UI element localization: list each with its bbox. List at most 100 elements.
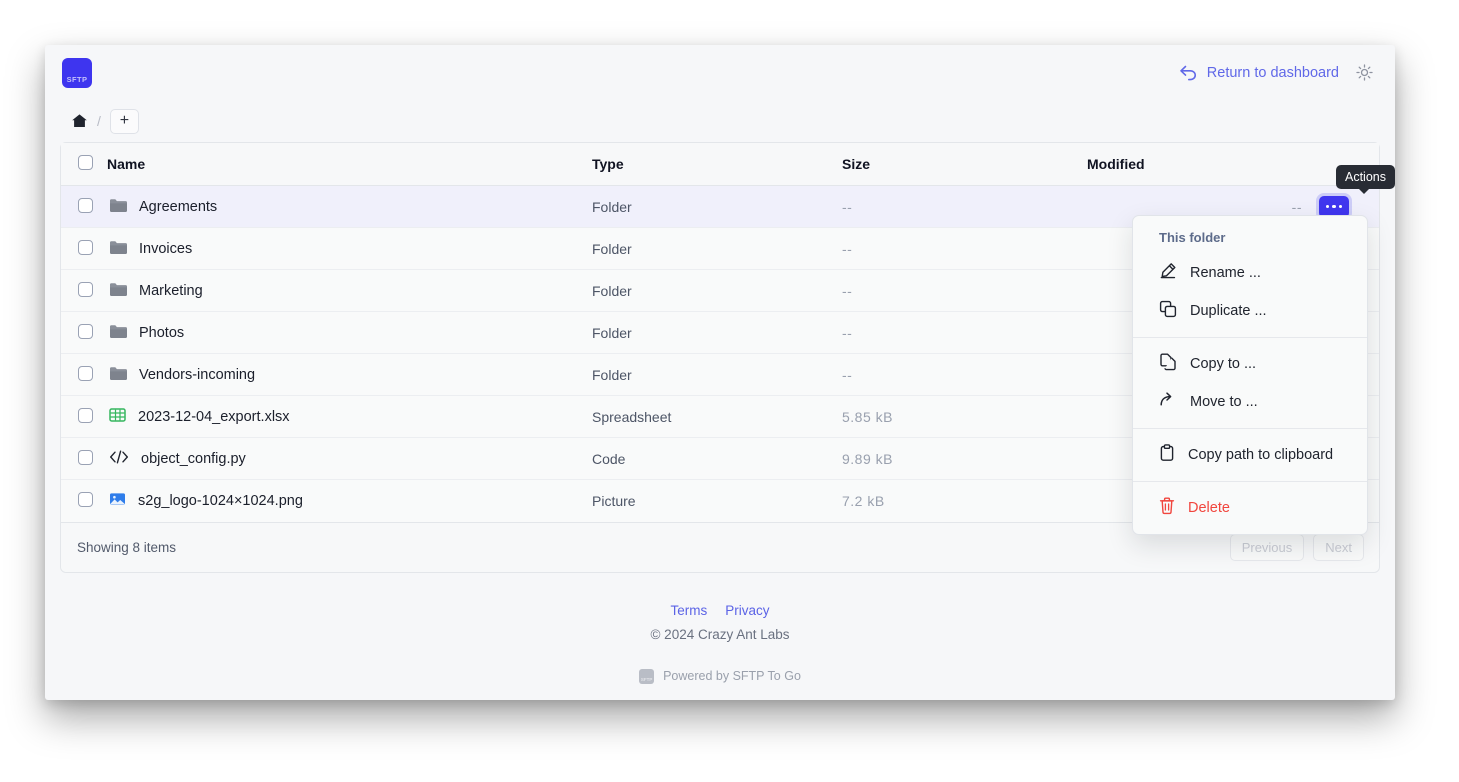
breadcrumb-separator: /	[97, 113, 101, 129]
folder-icon	[109, 198, 127, 216]
menu-item-label: Copy to ...	[1190, 356, 1256, 372]
row-type-cell: Code	[592, 438, 842, 480]
spreadsheet-icon	[109, 407, 126, 426]
row-checkbox[interactable]	[78, 450, 93, 465]
code-icon	[109, 449, 129, 468]
menu-section: Copy path to clipboard	[1133, 428, 1367, 481]
app-header: SFTP Return to dashboard	[45, 45, 1395, 100]
row-size-cell: --	[842, 228, 1087, 270]
menu-item[interactable]: Copy to ...	[1133, 345, 1367, 383]
row-checkbox[interactable]	[78, 282, 93, 297]
move-arrow-icon	[1159, 391, 1177, 413]
column-header-name[interactable]: Name	[107, 143, 592, 186]
column-header-modified[interactable]: Modified	[1087, 143, 1317, 186]
menu-item[interactable]: Copy path to clipboard	[1133, 436, 1367, 474]
row-select-cell	[61, 438, 107, 480]
privacy-link[interactable]: Privacy	[725, 603, 769, 618]
page-footer: Terms Privacy © 2024 Crazy Ant Labs SFTP…	[45, 573, 1395, 684]
menu-section: Copy to ... Move to ...	[1133, 337, 1367, 428]
file-name: Marketing	[139, 283, 203, 299]
copyright-text: © 2024 Crazy Ant Labs	[45, 627, 1395, 642]
row-size-cell: --	[842, 270, 1087, 312]
row-checkbox[interactable]	[78, 366, 93, 381]
row-checkbox[interactable]	[78, 324, 93, 339]
footer-links: Terms Privacy	[45, 603, 1395, 618]
row-select-cell	[61, 312, 107, 354]
next-page-button[interactable]: Next	[1313, 534, 1364, 561]
return-to-dashboard-label: Return to dashboard	[1207, 65, 1339, 81]
select-all-checkbox[interactable]	[78, 155, 93, 170]
menu-section: This folderRename ...Duplicate ...	[1133, 216, 1367, 337]
file-size: --	[842, 283, 852, 299]
add-button[interactable]: +	[110, 109, 139, 134]
menu-item[interactable]: Rename ...	[1133, 254, 1367, 292]
column-header-size[interactable]: Size	[842, 143, 1087, 186]
menu-section-title: This folder	[1133, 223, 1367, 254]
row-size-cell: --	[842, 354, 1087, 396]
row-select-cell	[61, 270, 107, 312]
previous-page-button[interactable]: Previous	[1230, 534, 1305, 561]
row-select-cell	[61, 480, 107, 522]
row-name-cell[interactable]: Photos	[107, 312, 592, 354]
row-select-cell	[61, 228, 107, 270]
trash-icon	[1159, 497, 1175, 519]
row-checkbox[interactable]	[78, 492, 93, 507]
menu-item[interactable]: Delete	[1133, 489, 1367, 527]
file-size: --	[842, 325, 852, 341]
duplicate-icon	[1159, 300, 1177, 322]
back-arrow-icon	[1179, 64, 1198, 81]
column-header-type[interactable]: Type	[592, 143, 842, 186]
file-size: --	[842, 241, 852, 257]
row-checkbox[interactable]	[78, 198, 93, 213]
showing-count: Showing 8 items	[77, 540, 176, 555]
row-name-cell[interactable]: s2g_logo-1024×1024.png	[107, 480, 592, 522]
file-size: 5.85 kB	[842, 409, 893, 425]
menu-item-label: Copy path to clipboard	[1188, 447, 1333, 463]
header-actions: Return to dashboard	[1179, 64, 1373, 81]
plus-icon: +	[120, 113, 129, 129]
sun-icon[interactable]	[1356, 64, 1373, 81]
file-size: --	[842, 199, 852, 215]
file-table-container: Name Type Size Modified Agreements Folder…	[60, 142, 1380, 573]
powered-by-logo-icon: SFTP	[639, 669, 654, 684]
folder-icon	[109, 240, 127, 258]
menu-item[interactable]: Duplicate ...	[1133, 292, 1367, 330]
menu-item[interactable]: Move to ...	[1133, 383, 1367, 421]
row-size-cell: 5.85 kB	[842, 396, 1087, 438]
row-select-cell	[61, 396, 107, 438]
breadcrumb: / +	[45, 100, 1395, 142]
row-type-cell: Folder	[592, 312, 842, 354]
row-name-cell[interactable]: 2023-12-04_export.xlsx	[107, 396, 592, 438]
row-size-cell: 9.89 kB	[842, 438, 1087, 480]
row-select-cell	[61, 354, 107, 396]
picture-icon	[109, 491, 126, 510]
row-name-cell[interactable]: object_config.py	[107, 438, 592, 480]
file-name: object_config.py	[141, 451, 246, 467]
row-name-cell[interactable]: Invoices	[107, 228, 592, 270]
file-name: 2023-12-04_export.xlsx	[138, 409, 290, 425]
table-header-row: Name Type Size Modified	[61, 143, 1379, 186]
row-size-cell: 7.2 kB	[842, 480, 1087, 522]
actions-dropdown-menu[interactable]: This folderRename ...Duplicate ...Copy t…	[1132, 215, 1368, 535]
row-checkbox[interactable]	[78, 408, 93, 423]
file-size: 7.2 kB	[842, 493, 885, 509]
return-to-dashboard-link[interactable]: Return to dashboard	[1179, 64, 1339, 81]
menu-item-label: Delete	[1188, 500, 1230, 516]
row-size-cell: --	[842, 186, 1087, 228]
row-type-cell: Spreadsheet	[592, 396, 842, 438]
row-name-cell[interactable]: Vendors-incoming	[107, 354, 592, 396]
file-name: Agreements	[139, 199, 217, 215]
row-select-cell	[61, 186, 107, 228]
pagination: Previous Next	[1230, 534, 1364, 561]
home-icon[interactable]	[71, 113, 88, 129]
row-name-cell[interactable]: Agreements	[107, 186, 592, 228]
pencil-icon	[1159, 262, 1177, 284]
table-head: Name Type Size Modified	[61, 143, 1379, 186]
row-type-cell: Folder	[592, 354, 842, 396]
terms-link[interactable]: Terms	[670, 603, 707, 618]
file-name: Vendors-incoming	[139, 367, 255, 383]
row-size-cell: --	[842, 312, 1087, 354]
row-checkbox[interactable]	[78, 240, 93, 255]
sftp-logo[interactable]: SFTP	[62, 58, 92, 88]
row-name-cell[interactable]: Marketing	[107, 270, 592, 312]
